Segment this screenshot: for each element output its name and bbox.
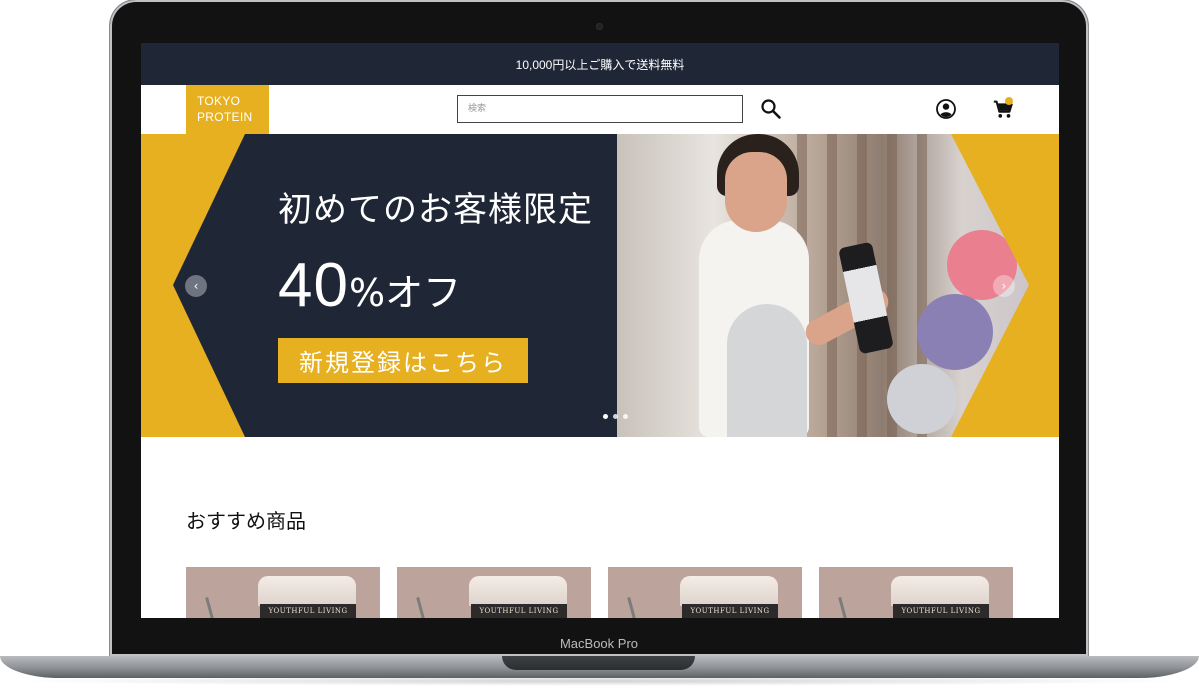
chevron-right-icon: › [1001, 279, 1007, 293]
discount-number: 40 [278, 251, 349, 320]
product-card[interactable]: YOUTHFUL LIVING [608, 567, 802, 618]
logo-line-1: TOKYO [197, 94, 241, 108]
search-input[interactable] [457, 95, 743, 123]
carousel-dot[interactable] [613, 414, 618, 419]
product-image [258, 576, 356, 606]
product-brand: YOUTHFUL LIVING [682, 604, 778, 618]
product-card[interactable]: YOUTHFUL LIVING [186, 567, 380, 618]
announcement-text: 10,000円以上ご購入で送料無料 [515, 57, 685, 72]
hero-carousel: 初めてのお客様限定 40%オフ 新規登録はこちら ‹ › [141, 134, 1059, 437]
camera-icon [596, 23, 603, 30]
recommended-title: おすすめ商品 [186, 509, 306, 533]
carousel-dots [603, 414, 628, 419]
carousel-next-button[interactable]: › [993, 275, 1015, 297]
product-card[interactable]: YOUTHFUL LIVING [397, 567, 591, 618]
hero-title: 初めてのお客様限定 [278, 190, 593, 230]
cart-badge [1005, 97, 1013, 105]
product-brand: YOUTHFUL LIVING [893, 604, 989, 618]
carousel-dot[interactable] [623, 414, 628, 419]
site-header: TOKYO PROTEIN [141, 85, 1059, 134]
device-label: MacBook Pro [559, 636, 639, 651]
hero-discount: 40%オフ [278, 250, 461, 321]
carousel-prev-button[interactable]: ‹ [185, 275, 207, 297]
laptop-notch [502, 656, 695, 670]
signup-button[interactable]: 新規登録はこちら [278, 338, 528, 383]
product-brand: YOUTHFUL LIVING [471, 604, 567, 618]
cart-icon[interactable] [992, 97, 1016, 122]
product-image [891, 576, 989, 606]
logo-line-2: PROTEIN [197, 110, 253, 124]
product-brand: YOUTHFUL LIVING [260, 604, 356, 618]
discount-suffix: %オフ [348, 271, 462, 315]
browser-screen: 10,000円以上ご購入で送料無料 TOKYO PROTEIN 検索 初めてのお… [141, 43, 1059, 618]
product-image [469, 576, 567, 606]
chevron-left-icon: ‹ [193, 279, 199, 293]
carousel-dot[interactable] [603, 414, 608, 419]
search-icon[interactable] [760, 98, 782, 120]
announcement-bar: 10,000円以上ご購入で送料無料 [141, 43, 1059, 85]
site-logo[interactable]: TOKYO PROTEIN [186, 85, 269, 134]
product-grid: YOUTHFUL LIVING YOUTHFUL LIVING YOUTHFUL… [186, 567, 1016, 618]
account-icon[interactable] [935, 98, 957, 120]
product-card[interactable]: YOUTHFUL LIVING [819, 567, 1013, 618]
product-image [680, 576, 778, 606]
